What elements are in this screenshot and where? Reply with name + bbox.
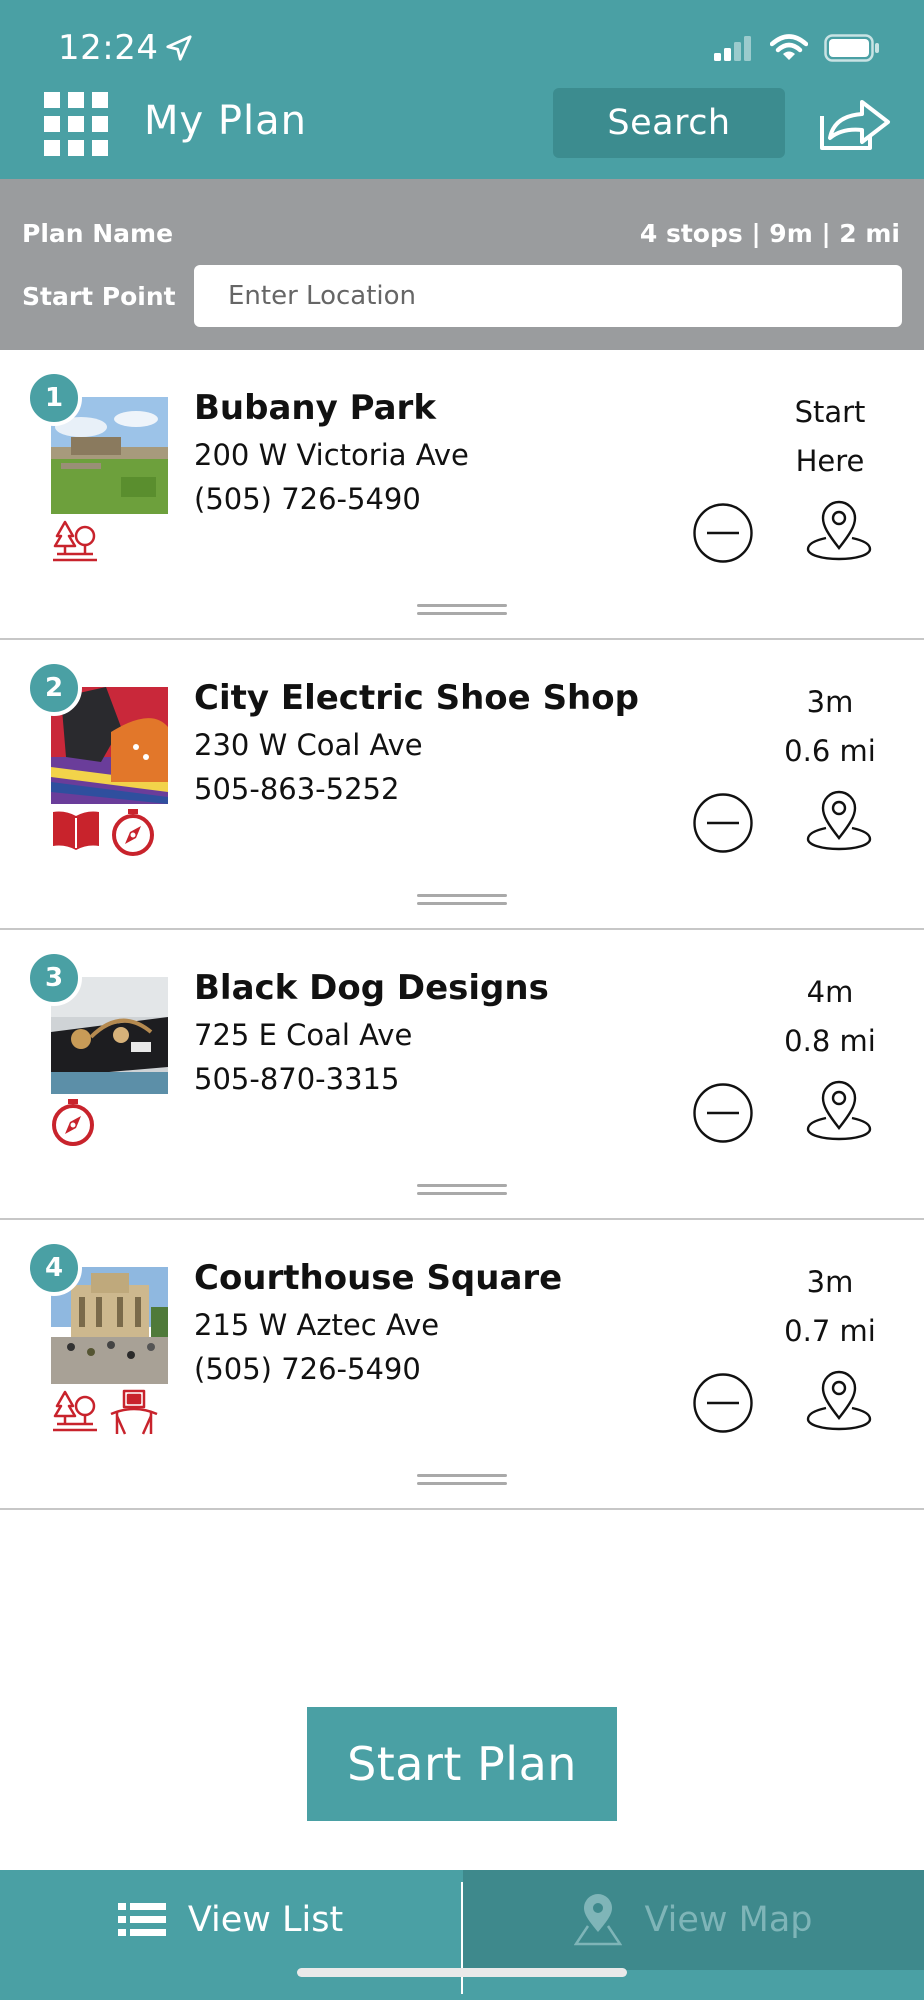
- drag-handle[interactable]: [417, 1474, 507, 1486]
- stop-phone[interactable]: 505-863-5252: [194, 772, 399, 806]
- compass-icon: [112, 809, 154, 856]
- park-icon: [53, 520, 97, 562]
- category-icons: [51, 1388, 159, 1436]
- plan-info-bar: Plan Name 4 stops | 9m | 2 mi Start Poin…: [0, 179, 924, 350]
- park-icon: [53, 1390, 97, 1432]
- stop-card[interactable]: 3 Black Dog Designs 725 E Coal Ave 505-8…: [0, 930, 924, 1220]
- plan-stats: 4 stops | 9m | 2 mi: [639, 219, 900, 248]
- stop-eta: 3m 0.7 mi: [760, 1258, 900, 1356]
- stop-address: 215 W Aztec Ave: [194, 1308, 440, 1342]
- tab-view-map-label: View Map: [644, 1900, 813, 1940]
- drag-handle[interactable]: [417, 604, 507, 616]
- stop-time: 4m: [806, 975, 854, 1009]
- search-button[interactable]: Search: [553, 88, 785, 158]
- stop-distance: 0.6 mi: [784, 734, 876, 768]
- bottom-tab-bar: View List View Map: [0, 1870, 924, 2000]
- stop-card[interactable]: 2 City Electric Shoe Shop 230 W Coal Ave…: [0, 640, 924, 930]
- map-pin-icon[interactable]: [804, 1080, 874, 1142]
- drag-handle[interactable]: [417, 894, 507, 906]
- list-icon: [117, 1903, 166, 1936]
- museum-icon: [110, 1389, 158, 1435]
- stop-number-badge: 1: [26, 370, 82, 426]
- category-icons: [51, 1098, 95, 1146]
- remove-stop-button[interactable]: [692, 502, 754, 564]
- stop-name[interactable]: Black Dog Designs: [194, 968, 549, 1008]
- start-point-label: Start Point: [22, 282, 176, 311]
- status-indicators: [714, 34, 880, 62]
- stop-eta: 4m 0.8 mi: [760, 968, 900, 1066]
- compass-icon: [52, 1099, 94, 1146]
- tab-view-list-label: View List: [187, 1900, 344, 1940]
- map-pin-icon[interactable]: [804, 500, 874, 562]
- battery-icon: [824, 34, 879, 62]
- stop-address: 200 W Victoria Ave: [194, 438, 469, 472]
- stop-name[interactable]: Bubany Park: [194, 388, 436, 428]
- stop-name[interactable]: City Electric Shoe Shop: [194, 678, 639, 718]
- stop-number-badge: 3: [26, 950, 82, 1006]
- category-icons: [51, 518, 99, 566]
- stop-name[interactable]: Courthouse Square: [194, 1258, 562, 1298]
- remove-stop-button[interactable]: [692, 1372, 754, 1434]
- status-time: 12:24: [58, 28, 192, 68]
- stop-phone[interactable]: 505-870-3315: [194, 1062, 399, 1096]
- drag-handle[interactable]: [417, 1184, 507, 1196]
- plan-name-label[interactable]: Plan Name: [22, 219, 173, 248]
- stop-number-badge: 2: [26, 660, 82, 716]
- stop-address: 230 W Coal Ave: [194, 728, 423, 762]
- stop-number-badge: 4: [26, 1240, 82, 1296]
- stop-eta: 3m 0.6 mi: [760, 678, 900, 776]
- stop-address: 725 E Coal Ave: [194, 1018, 413, 1052]
- share-icon[interactable]: [818, 96, 892, 152]
- book-icon: [53, 811, 99, 850]
- stop-card[interactable]: 1 Bubany Park 200 W Victoria Ave (505) 7…: [0, 350, 924, 640]
- stop-time: 3m: [806, 1265, 854, 1299]
- tab-view-list[interactable]: View List: [0, 1870, 461, 1970]
- stop-distance: 0.8 mi: [784, 1024, 876, 1058]
- home-indicator[interactable]: [297, 1968, 627, 1977]
- stop-phone[interactable]: (505) 726-5490: [194, 482, 421, 516]
- start-plan-button[interactable]: Start Plan: [307, 1707, 617, 1821]
- remove-stop-button[interactable]: [692, 1082, 754, 1144]
- location-arrow-icon: [166, 35, 192, 61]
- map-marker-icon: [574, 1894, 623, 1946]
- wifi-icon: [770, 34, 808, 60]
- map-pin-icon[interactable]: [804, 1370, 874, 1432]
- stop-distance: Here: [795, 444, 865, 478]
- stop-distance: 0.7 mi: [784, 1314, 876, 1348]
- menu-grid-icon[interactable]: [44, 92, 108, 156]
- stop-time: Start: [794, 395, 866, 429]
- remove-stop-button[interactable]: [692, 792, 754, 854]
- stop-card[interactable]: 4 Courthouse Square 215 W Aztec Ave (505…: [0, 1220, 924, 1510]
- stop-phone[interactable]: (505) 726-5490: [194, 1352, 421, 1386]
- cellular-signal-icon: [714, 36, 751, 61]
- tab-view-map[interactable]: View Map: [463, 1870, 924, 1970]
- start-point-input[interactable]: [194, 265, 902, 327]
- map-pin-icon[interactable]: [804, 790, 874, 852]
- category-icons: [51, 808, 155, 856]
- app-header: 12:24 My Plan Search: [0, 0, 924, 179]
- stop-time: 3m: [806, 685, 854, 719]
- stop-eta: Start Here: [760, 388, 900, 486]
- page-title: My Plan: [144, 98, 307, 144]
